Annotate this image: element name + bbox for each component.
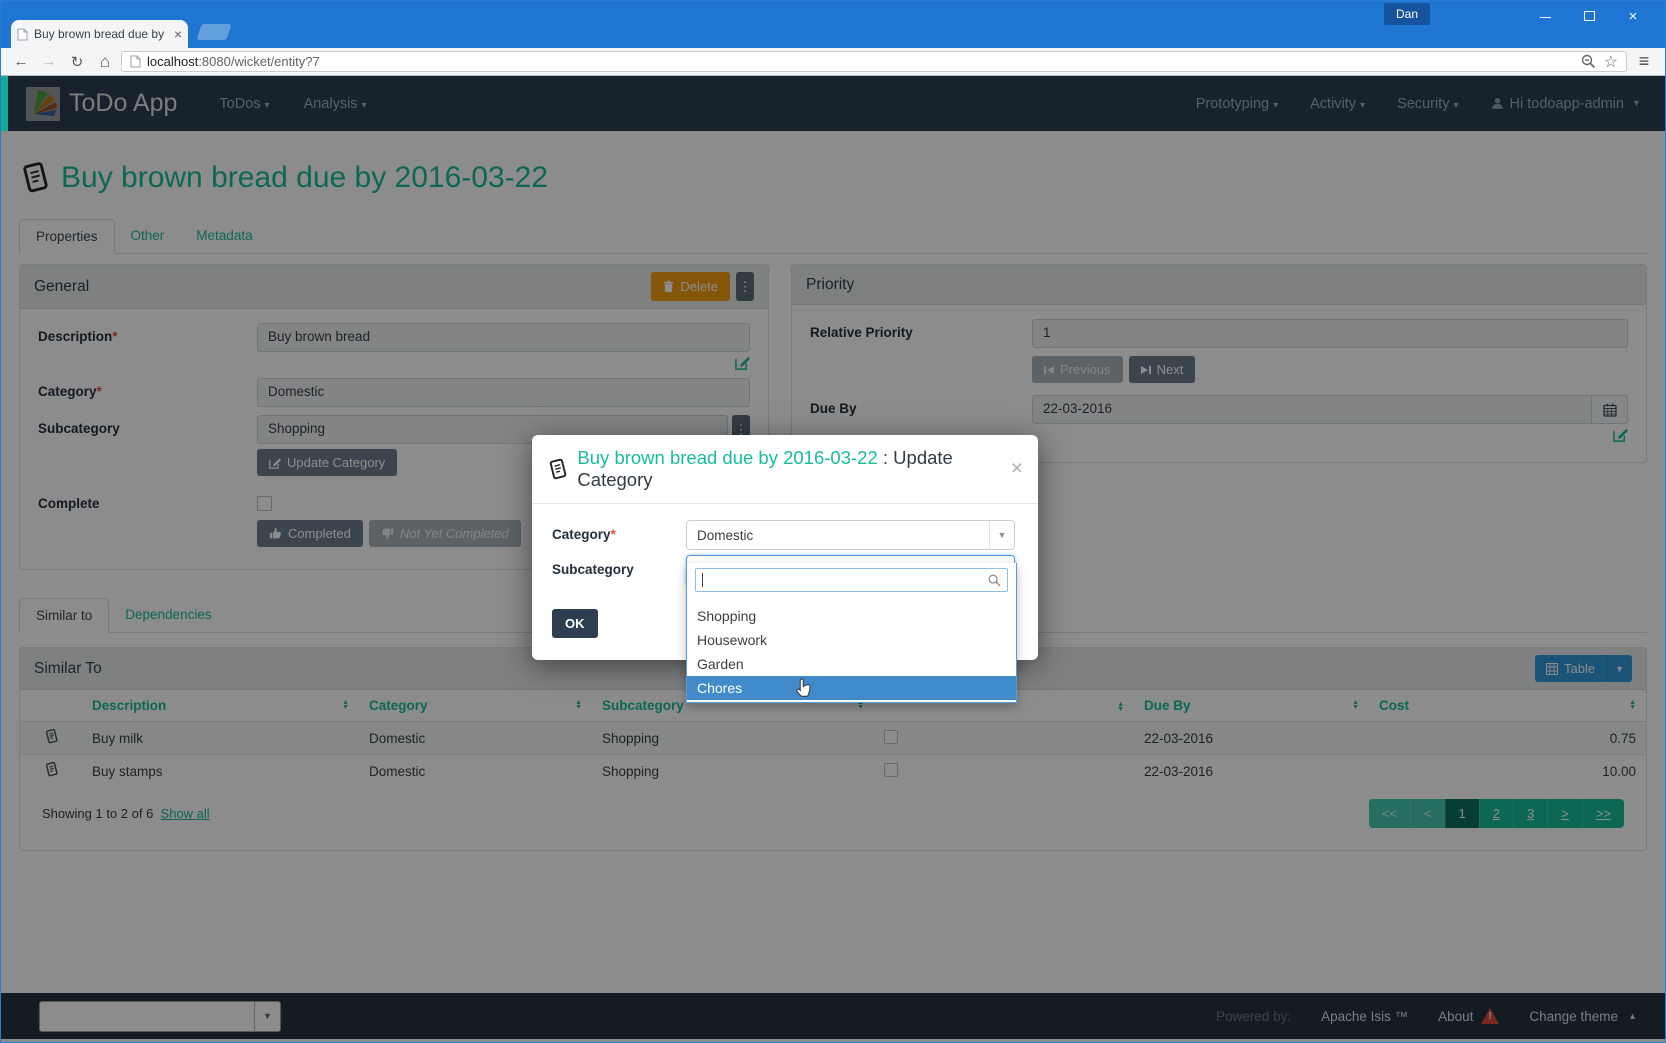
browser-toolbar: ← → ↻ ⌂ localhost:8080/wicket/entity?7 ☆… xyxy=(1,48,1665,76)
option-chores[interactable]: Chores xyxy=(687,676,1016,700)
app-page: ToDo App ToDos▾ Analysis▾ Prototyping▾ A… xyxy=(1,76,1665,1043)
bookmark-star-icon[interactable]: ☆ xyxy=(1604,52,1618,72)
home-icon[interactable]: ⌂ xyxy=(93,52,117,72)
favicon-page-icon xyxy=(17,28,28,41)
modal-close-icon[interactable]: × xyxy=(1011,462,1023,476)
option-garden[interactable]: Garden xyxy=(687,652,1016,676)
url-bar[interactable]: localhost:8080/wicket/entity?7 ☆ xyxy=(121,51,1627,72)
text-caret xyxy=(702,573,703,587)
caret-down-icon: ▼ xyxy=(989,521,1014,549)
forward-icon[interactable]: → xyxy=(37,53,61,70)
url-host: localhost xyxy=(147,54,198,69)
browser-tab[interactable]: Buy brown bread due by 2 × xyxy=(11,20,188,48)
modal-subcategory-label: Subcategory xyxy=(552,555,686,585)
tab-close-icon[interactable]: × xyxy=(174,26,182,42)
close-button[interactable]: × xyxy=(1611,8,1655,25)
theme-accent-stripe xyxy=(1,76,8,131)
menu-icon[interactable]: ≡ xyxy=(1631,51,1657,72)
profile-badge[interactable]: Dan xyxy=(1384,3,1430,25)
option-shopping[interactable]: Shopping xyxy=(687,604,1016,628)
browser-window: Buy brown bread due by 2 × Dan × ← → ↻ ⌂… xyxy=(0,0,1666,1043)
browser-titlebar: Buy brown bread due by 2 × Dan × xyxy=(1,1,1665,48)
modal-title: Buy brown bread due by 2016-03-22 : Upda… xyxy=(577,447,1001,491)
subcategory-dropdown: Shopping Housework Garden Chores xyxy=(686,563,1017,703)
dropdown-search-input[interactable] xyxy=(695,568,1008,592)
back-icon[interactable]: ← xyxy=(9,53,33,70)
ok-button[interactable]: OK xyxy=(552,609,598,638)
tab-title: Buy brown bread due by 2 xyxy=(34,27,168,41)
option-housework[interactable]: Housework xyxy=(687,628,1016,652)
search-icon xyxy=(988,574,1001,587)
modal-category-select[interactable]: Domestic ▼ xyxy=(686,520,1015,550)
new-tab-button[interactable] xyxy=(196,24,231,40)
page-icon xyxy=(130,55,141,68)
url-path: :8080/wicket/entity?7 xyxy=(198,54,319,69)
todo-item-icon xyxy=(547,457,568,482)
minimize-button[interactable] xyxy=(1523,8,1567,25)
maximize-button[interactable] xyxy=(1567,8,1611,25)
zoom-out-icon[interactable] xyxy=(1581,54,1596,69)
hand-cursor-icon xyxy=(795,677,813,699)
window-controls: × xyxy=(1523,1,1655,31)
modal-category-label: Category* xyxy=(552,520,686,550)
refresh-icon[interactable]: ↻ xyxy=(65,53,89,71)
